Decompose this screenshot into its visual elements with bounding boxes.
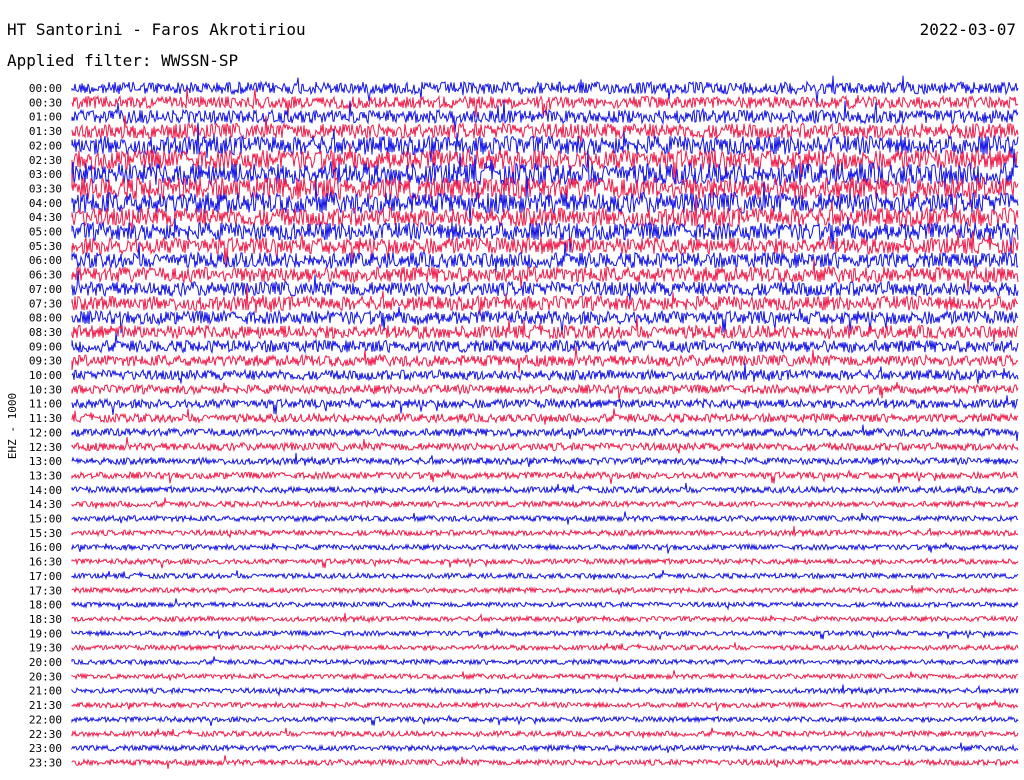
- trace-row-1300: [71, 452, 1019, 468]
- time-tick-label: 00:00: [29, 82, 62, 95]
- trace-row-1730: [71, 585, 1019, 595]
- time-tick-label: 01:00: [29, 111, 62, 124]
- time-tick-label: 20:00: [29, 656, 62, 669]
- time-tick-label: 17:00: [29, 570, 62, 583]
- seismogram-plot: 00:0000:30 01:0001:3002:00 02:3003:0003:30…: [6, 75, 1019, 769]
- trace-row-0930: [71, 346, 1019, 373]
- trace-row-2200: [71, 714, 1019, 727]
- time-tick-label: 23:30: [29, 756, 62, 769]
- time-axis-labels: 00:0000:30 01:0001:3002:00 02:3003:0003:30…: [29, 82, 62, 769]
- trace-row-1800: [71, 598, 1019, 611]
- trace-row-1900: [71, 627, 1019, 640]
- time-tick-label: 02:00: [29, 139, 62, 152]
- trace-row-2100: [71, 684, 1019, 697]
- trace-row-1230: [71, 436, 1019, 454]
- time-tick-label: 03:30: [29, 182, 62, 195]
- time-tick-label: 04:00: [29, 197, 62, 210]
- time-tick-label: 09:00: [29, 340, 62, 353]
- seismogram-traces: [71, 75, 1019, 769]
- time-tick-label: 16:00: [29, 541, 62, 554]
- time-tick-label: 07:00: [29, 283, 62, 296]
- time-tick-label: 18:00: [29, 599, 62, 612]
- trace-row-1330: [71, 469, 1019, 484]
- time-tick-label: 10:30: [29, 383, 62, 396]
- time-tick-label: 05:30: [29, 240, 62, 253]
- time-tick-label: 06:30: [29, 269, 62, 282]
- trace-row-2030: [71, 670, 1019, 682]
- trace-row-2230: [71, 727, 1019, 739]
- time-tick-label: 01:30: [29, 125, 62, 138]
- time-tick-label: 12:30: [29, 441, 62, 454]
- trace-row-1400: [71, 482, 1019, 495]
- trace-row-1430: [71, 497, 1019, 509]
- trace-row-1600: [71, 542, 1019, 554]
- trace-row-2130: [71, 698, 1019, 712]
- trace-row-2000: [71, 656, 1019, 667]
- time-tick-label: 18:30: [29, 613, 62, 626]
- time-tick-label: 06:00: [29, 254, 62, 267]
- time-tick-label: 10:00: [29, 369, 62, 382]
- trace-row-1500: [71, 511, 1019, 525]
- trace-row-1530: [71, 526, 1019, 538]
- time-tick-label: 13:00: [29, 455, 62, 468]
- time-tick-label: 11:00: [29, 398, 62, 411]
- time-tick-label: 08:00: [29, 312, 62, 325]
- time-tick-label: 17:30: [29, 584, 62, 597]
- time-tick-label: 22:00: [29, 713, 62, 726]
- trace-row-1830: [71, 612, 1018, 624]
- time-tick-label: 12:00: [29, 426, 62, 439]
- trace-row-2300: [71, 742, 1019, 753]
- trace-row-1200: [71, 424, 1019, 442]
- trace-row-0830: [71, 317, 1019, 343]
- time-tick-label: 00:30: [29, 96, 62, 109]
- time-tick-label: 02:30: [29, 154, 62, 167]
- time-tick-label: 07:30: [29, 297, 62, 310]
- channel-label: EHZ - 1000: [6, 393, 19, 459]
- trace-row-1630: [71, 556, 1019, 569]
- time-tick-label: 16:30: [29, 556, 62, 569]
- time-tick-label: 21:00: [29, 685, 62, 698]
- time-tick-label: 11:30: [29, 412, 62, 425]
- trace-row-1130: [71, 408, 1019, 425]
- trace-row-1930: [71, 642, 1019, 652]
- time-tick-label: 09:30: [29, 355, 62, 368]
- trace-row-2330: [71, 755, 1019, 769]
- time-tick-label: 15:00: [29, 513, 62, 526]
- time-tick-label: 15:30: [29, 527, 62, 540]
- time-tick-label: 21:30: [29, 699, 62, 712]
- time-tick-label: 13:30: [29, 469, 62, 482]
- time-tick-label: 08:30: [29, 326, 62, 339]
- time-tick-label: 03:00: [29, 168, 62, 181]
- time-tick-label: 20:30: [29, 670, 62, 683]
- time-tick-label: 19:00: [29, 627, 62, 640]
- time-tick-label: 23:00: [29, 742, 62, 755]
- trace-row-1100: [71, 395, 1019, 416]
- time-tick-label: 05:00: [29, 226, 62, 239]
- time-tick-label: 19:30: [29, 642, 62, 655]
- trace-row-1000: [71, 362, 1019, 384]
- time-tick-label: 14:00: [29, 484, 62, 497]
- trace-row-1700: [71, 569, 1019, 581]
- time-tick-label: 04:30: [29, 211, 62, 224]
- trace-row-1030: [71, 382, 1019, 400]
- time-tick-label: 22:30: [29, 728, 62, 741]
- time-tick-label: 14:30: [29, 498, 62, 511]
